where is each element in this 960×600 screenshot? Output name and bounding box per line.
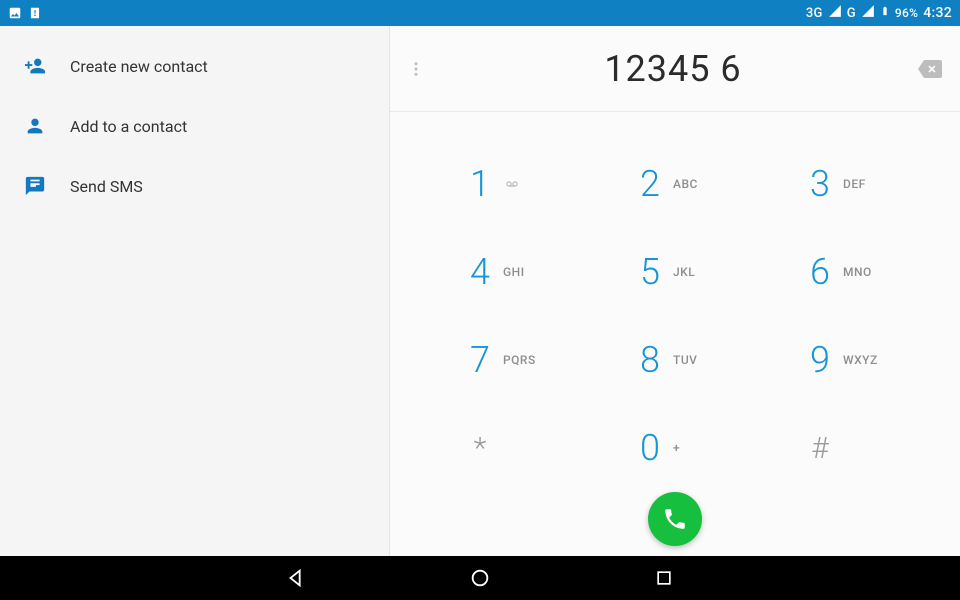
notice-icon: [28, 6, 42, 20]
keypad-digit: 3: [807, 163, 833, 205]
keypad-key-7[interactable]: 7 PQRS: [420, 316, 590, 404]
signal-icon-2: [861, 4, 875, 22]
keypad-key-3[interactable]: 3 DEF: [760, 140, 930, 228]
keypad-key-star[interactable]: *: [420, 404, 590, 492]
keypad-letters: TUV: [673, 353, 713, 367]
keypad-key-8[interactable]: 8 TUV: [590, 316, 760, 404]
keypad-key-hash[interactable]: #: [760, 404, 930, 492]
keypad-wrap: 1 2 ABC 3 DEF 4 GHI: [390, 112, 960, 556]
nav-home-button[interactable]: [468, 566, 492, 590]
keypad-key-5[interactable]: 5 JKL: [590, 228, 760, 316]
keypad-digit: 1: [467, 163, 493, 205]
add-person-icon: [24, 55, 46, 77]
keypad-letters: GHI: [503, 265, 543, 279]
status-right: 3G G 96% 4:32: [806, 3, 952, 23]
call-button[interactable]: [648, 492, 702, 546]
nav-back-button[interactable]: [284, 566, 308, 590]
keypad-key-4[interactable]: 4 GHI: [420, 228, 590, 316]
network-type-2: G: [847, 6, 856, 21]
keypad-digit: 7: [467, 339, 493, 381]
battery-icon: [880, 3, 890, 23]
sidebar-item-send-sms[interactable]: Send SMS: [0, 156, 389, 216]
person-icon: [24, 115, 46, 137]
keypad-key-1[interactable]: 1: [420, 140, 590, 228]
sidebar-item-label: Send SMS: [70, 177, 143, 196]
dialed-number-display: 12345 6: [432, 48, 914, 90]
image-icon: [8, 6, 22, 20]
call-bar: [390, 492, 960, 550]
sidebar-item-create-contact[interactable]: Create new contact: [0, 36, 389, 96]
keypad-key-9[interactable]: 9 WXYZ: [760, 316, 930, 404]
keypad-digit: 0: [637, 427, 663, 469]
keypad-digit: #: [807, 431, 833, 466]
number-bar: 12345 6: [390, 26, 960, 112]
navigation-bar: [0, 556, 960, 600]
keypad-digit: 6: [807, 251, 833, 293]
keypad-digit: 9: [807, 339, 833, 381]
keypad-letters: PQRS: [503, 353, 543, 367]
nav-recent-button[interactable]: [652, 566, 676, 590]
sidebar-item-add-to-contact[interactable]: Add to a contact: [0, 96, 389, 156]
keypad-letters: WXYZ: [843, 353, 883, 367]
keypad-letters: DEF: [843, 177, 883, 191]
keypad-digit: 4: [467, 251, 493, 293]
keypad: 1 2 ABC 3 DEF 4 GHI: [420, 140, 930, 492]
keypad-letters: MNO: [843, 265, 883, 279]
battery-percent: 96%: [895, 6, 918, 20]
network-type-1: 3G: [806, 6, 823, 21]
sidebar-item-label: Add to a contact: [70, 117, 187, 136]
keypad-key-2[interactable]: 2 ABC: [590, 140, 760, 228]
keypad-letters: JKL: [673, 265, 713, 279]
sidebar-item-label: Create new contact: [70, 57, 208, 76]
sidebar: Create new contact Add to a contact Send…: [0, 26, 390, 556]
keypad-digit: 8: [637, 339, 663, 381]
app-root: 3G G 96% 4:32 Create new contact: [0, 0, 960, 600]
status-left: [8, 6, 42, 20]
keypad-key-6[interactable]: 6 MNO: [760, 228, 930, 316]
status-clock: 4:32: [923, 5, 952, 21]
keypad-digit: 2: [637, 163, 663, 205]
signal-icon-1: [828, 4, 842, 22]
dialer-pane: 12345 6 1 2 ABC: [390, 26, 960, 556]
keypad-key-0[interactable]: 0 +: [590, 404, 760, 492]
keypad-letters: +: [673, 441, 713, 455]
backspace-button[interactable]: [914, 49, 946, 89]
keypad-letters: ABC: [673, 177, 713, 191]
sms-icon: [24, 175, 46, 197]
status-bar: 3G G 96% 4:32: [0, 0, 960, 26]
content: Create new contact Add to a contact Send…: [0, 26, 960, 556]
more-options-button[interactable]: [400, 45, 432, 93]
voicemail-icon: [503, 178, 543, 190]
keypad-digit: 5: [637, 251, 663, 293]
keypad-digit: *: [467, 431, 493, 466]
